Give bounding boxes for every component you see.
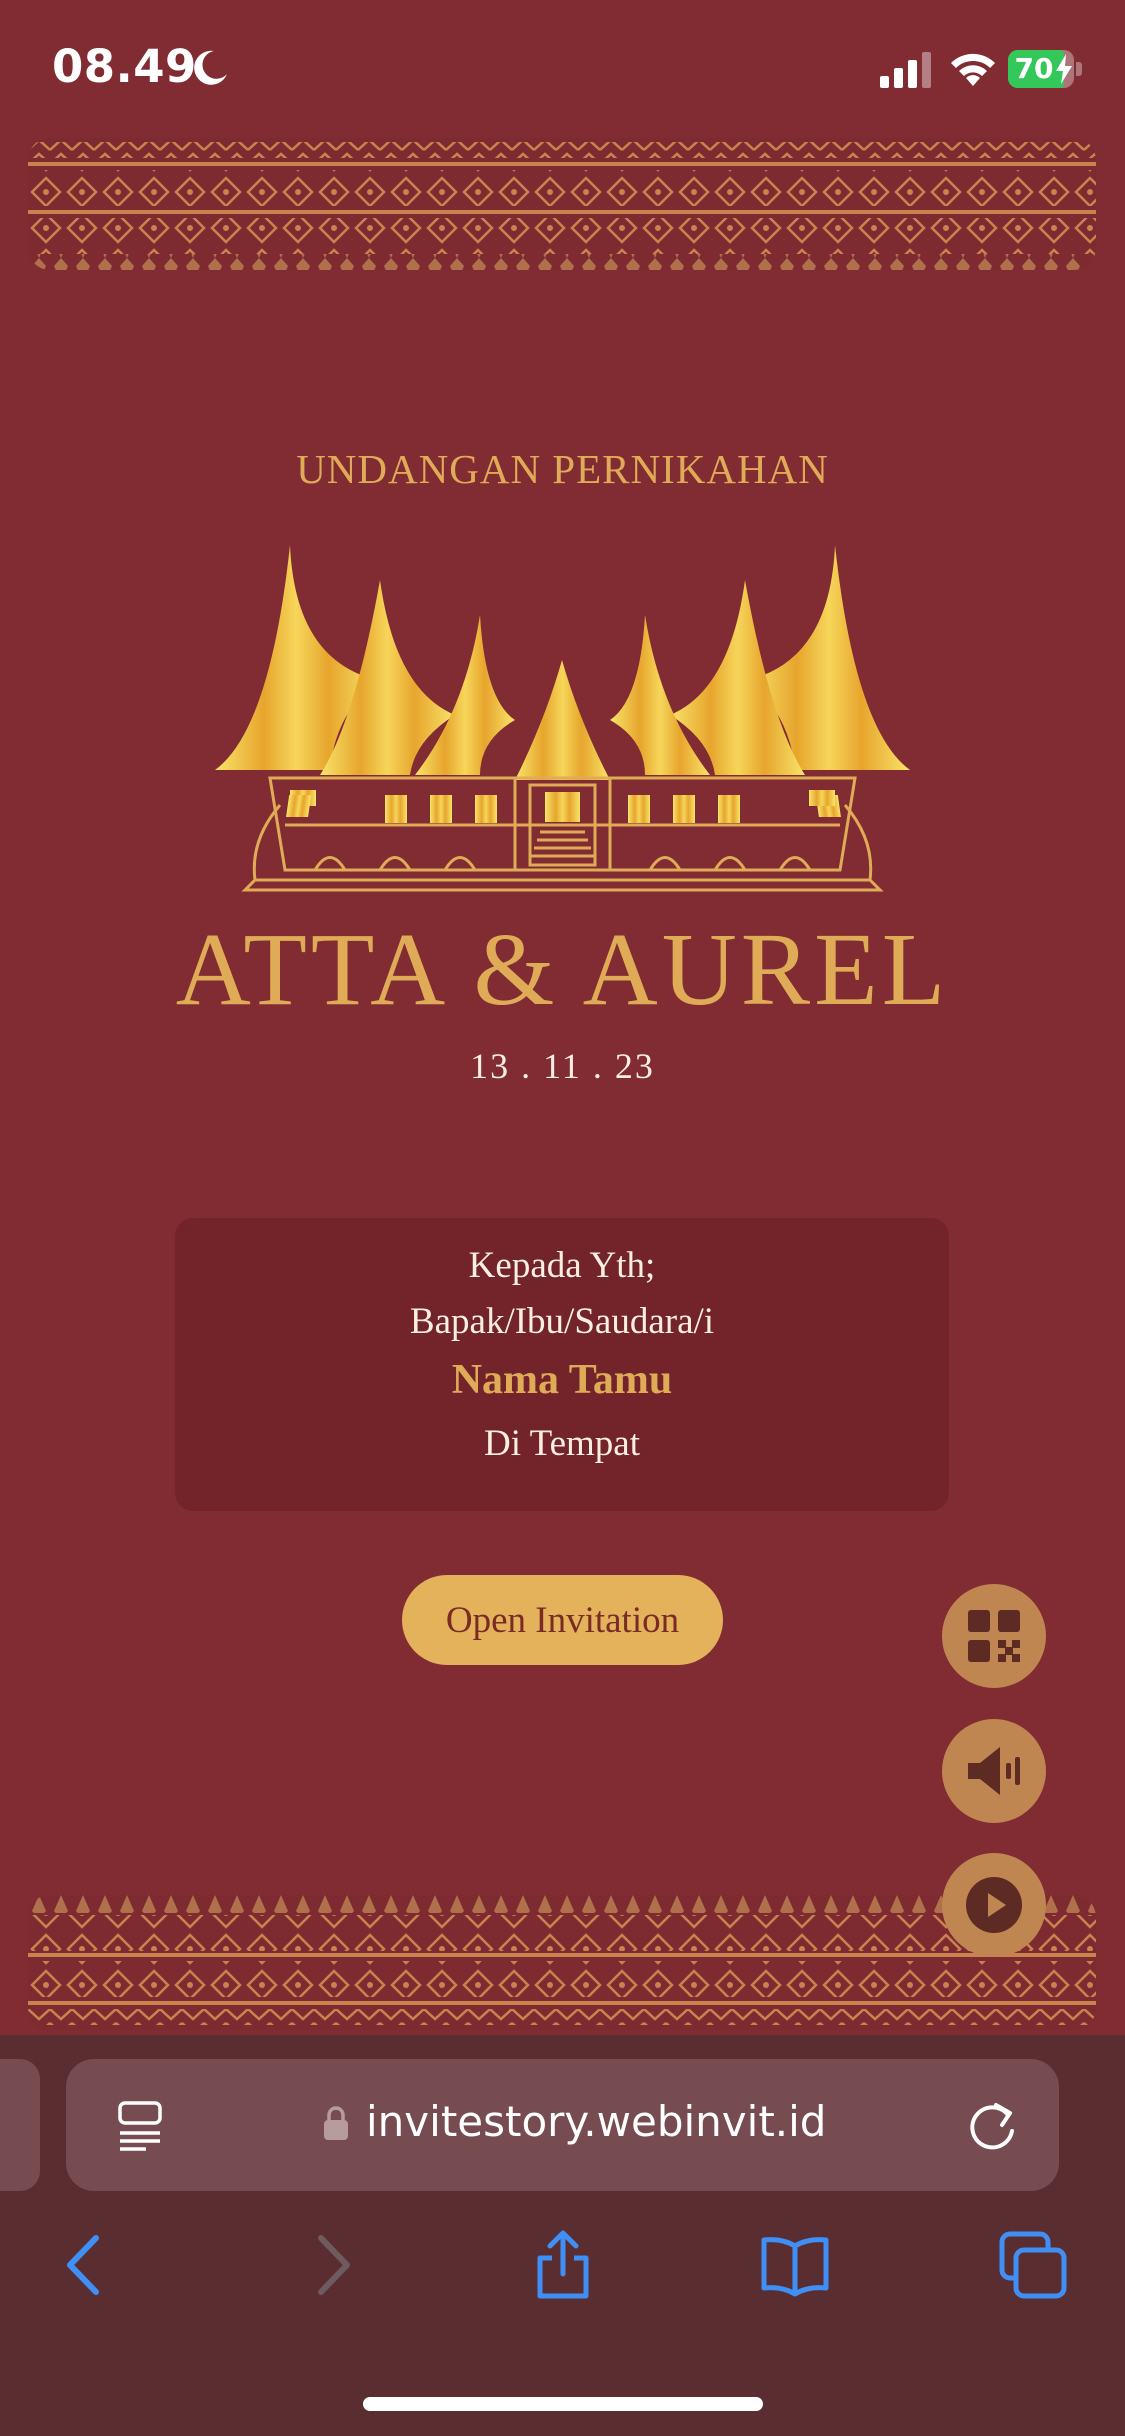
- share-icon[interactable]: [528, 2230, 598, 2300]
- songket-ornament-top: [28, 138, 1096, 270]
- speaker-icon: [968, 1747, 1020, 1795]
- couple-names: ATTA & AUREL: [175, 912, 950, 1027]
- url-text: invitestory.webinvit.id: [366, 2097, 827, 2146]
- qr-code-button[interactable]: [942, 1584, 1046, 1688]
- address-bar[interactable]: invitestory.webinvit.id: [66, 2059, 1059, 2191]
- reload-icon[interactable]: [966, 2097, 1020, 2153]
- sound-toggle-button[interactable]: [942, 1719, 1046, 1823]
- guest-card: Kepada Yth; Bapak/Ibu/Saudara/i Nama Tam…: [175, 1218, 949, 1511]
- wedding-date: 13 . 11 . 23: [470, 1046, 655, 1086]
- wifi-icon: [951, 53, 995, 86]
- signal-icon: [880, 52, 931, 88]
- back-icon[interactable]: [52, 2230, 122, 2300]
- location-text: Di Tempat: [483, 1423, 640, 1464]
- battery-percentage: 70: [1014, 52, 1054, 85]
- lock-icon: [324, 2106, 348, 2140]
- play-icon: [966, 1877, 1022, 1933]
- salutation-text: Bapak/Ibu/Saudara/i: [409, 1301, 715, 1342]
- status-time: 08.49: [52, 40, 197, 93]
- invitation-subtitle: UNDANGAN PERNIKAHAN: [296, 446, 829, 492]
- tabs-icon[interactable]: [998, 2230, 1068, 2300]
- charging-bolt-icon: [1056, 54, 1072, 84]
- home-indicator[interactable]: [363, 2397, 763, 2411]
- open-invitation-button[interactable]: Open Invitation: [402, 1575, 723, 1665]
- reader-mode-icon[interactable]: [116, 2099, 164, 2151]
- forward-icon[interactable]: [295, 2230, 365, 2300]
- status-bar: 08.49 70: [0, 0, 1125, 135]
- screen: 08.49 70 UNDANGAN PERNIKAHAN ATTA & AURE…: [0, 0, 1125, 2436]
- autoplay-button[interactable]: [942, 1853, 1046, 1957]
- songket-ornament-bottom: [28, 1895, 1096, 2030]
- browser-address-area: invitestory.webinvit.id: [0, 2035, 1125, 2200]
- greeting-text: Kepada Yth;: [468, 1245, 656, 1286]
- moon-icon: [194, 50, 227, 85]
- previous-tab-preview[interactable]: [0, 2059, 40, 2191]
- battery-indicator: 70: [1008, 50, 1082, 88]
- bookmarks-icon[interactable]: [760, 2230, 830, 2300]
- qr-code-icon: [968, 1610, 1020, 1662]
- guest-name: Nama Tamu: [451, 1357, 673, 1403]
- rumah-gadang-illustration: [215, 545, 910, 892]
